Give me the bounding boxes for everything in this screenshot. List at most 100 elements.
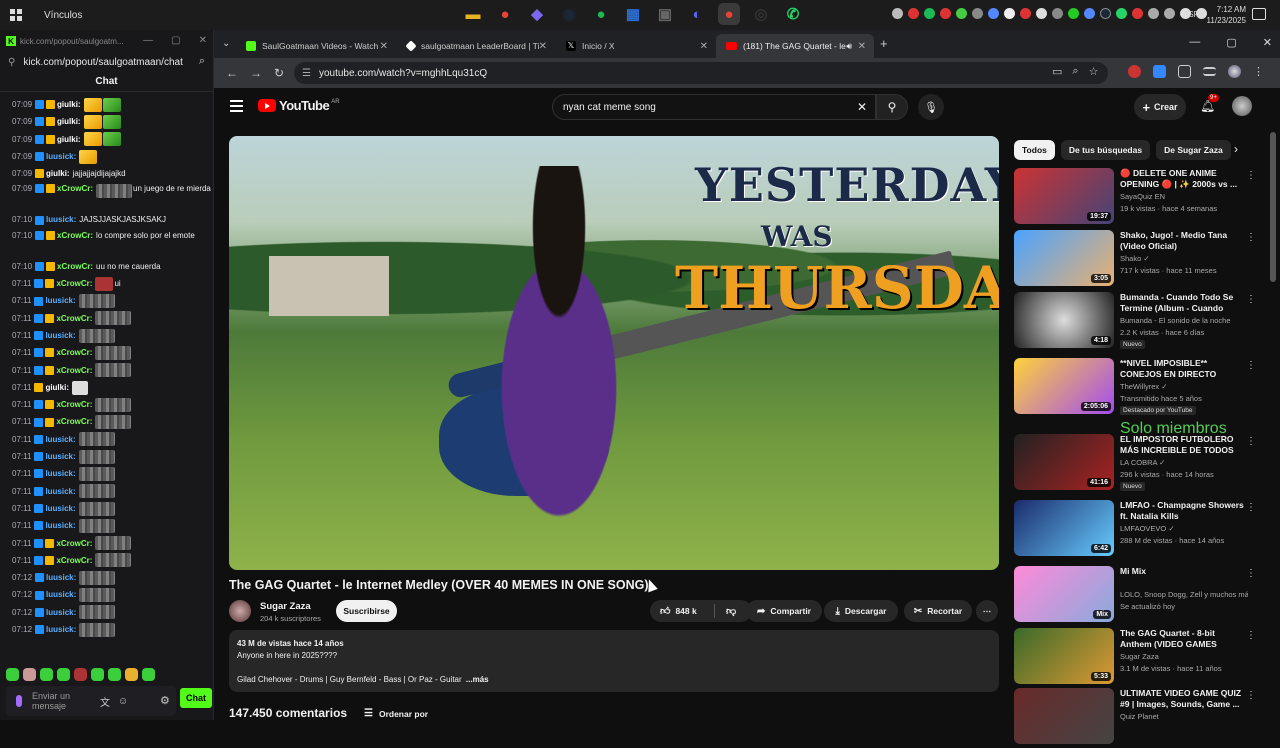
- related-video-channel[interactable]: SayaQuiz EN: [1120, 192, 1248, 201]
- app-icon[interactable]: ▣: [654, 3, 676, 25]
- chat-message[interactable]: 07:11 xCrowCr:: [12, 362, 213, 379]
- thumbs-up-icon[interactable]: 👍︎: [660, 605, 670, 617]
- related-video-item[interactable]: 6:42 LMFAO - Champagne Showers ft. Natali…: [1014, 500, 1256, 560]
- subscribe-button[interactable]: Suscribirse: [336, 600, 397, 622]
- chat-username[interactable]: xCrowCr:: [56, 310, 92, 327]
- create-button[interactable]: + Crear: [1134, 94, 1186, 120]
- more-vertical-icon[interactable]: ⋮: [1246, 232, 1256, 243]
- related-video-channel[interactable]: LMFAOVEVO ✓: [1120, 524, 1248, 533]
- chat-message[interactable]: 07:11 xCrowCr:: [12, 535, 213, 552]
- translate-icon[interactable]: 文: [100, 694, 110, 709]
- chat-send-button[interactable]: Chat: [180, 688, 212, 708]
- chat-username[interactable]: giulki:: [45, 379, 69, 396]
- channel-name[interactable]: Sugar Zaza: [260, 601, 311, 612]
- store-icon[interactable]: ▦: [622, 3, 644, 25]
- chat-messages[interactable]: 07:09 giulki: 07:09 giulki: 07:09 giulki: 07:0…: [0, 92, 213, 638]
- tray-icon[interactable]: [988, 8, 999, 19]
- related-video-title[interactable]: ULTIMATE VIDEO GAME QUIZ #9 | Images, So…: [1120, 688, 1245, 710]
- chat-message[interactable]: 07:12 luusick:: [12, 586, 213, 603]
- tab-x-home[interactable]: 𝕏 Inicio / X ✕: [556, 34, 716, 58]
- chat-username[interactable]: luusick:: [46, 586, 76, 603]
- chat-username[interactable]: xCrowCr:: [56, 552, 92, 569]
- video-thumbnail[interactable]: 19:37: [1014, 168, 1114, 224]
- chat-message[interactable]: 07:09 giulki:: [12, 131, 213, 148]
- related-video-channel[interactable]: Bumanda - El sonido de la noche: [1120, 316, 1248, 325]
- tab-kick-videos[interactable]: SaulGoatmaan Videos - Watch ✕: [236, 34, 396, 58]
- chat-message[interactable]: 07:11 luusick:: [12, 431, 213, 448]
- chat-username[interactable]: giulki:: [57, 96, 81, 113]
- related-video-item[interactable]: Mix Mi Mix LOLO, Snoop Dogg, Zell y muchos…: [1014, 566, 1256, 626]
- download-button[interactable]: ⤓ Descargar: [824, 600, 898, 622]
- chat-username[interactable]: luusick:: [46, 148, 76, 165]
- chat-input[interactable]: Enviar un mensaje 文 ☺: [6, 686, 176, 716]
- chat-message[interactable]: 07:09 giulki: jajjajjajdijajajkd: [12, 165, 213, 182]
- video-player[interactable]: YESTERDAY WAS THURSDAY: [229, 136, 999, 570]
- chevron-right-icon[interactable]: ›: [1234, 142, 1238, 156]
- chat-settings-gear-icon[interactable]: ⚙: [160, 694, 170, 707]
- emote-button[interactable]: [74, 668, 87, 681]
- tray-icon[interactable]: [1116, 8, 1127, 19]
- emote-button[interactable]: [142, 668, 155, 681]
- zoom-icon[interactable]: ⌕: [1072, 65, 1078, 78]
- chat-message[interactable]: 07:11 luusick:: [12, 500, 213, 517]
- chat-username[interactable]: luusick:: [46, 211, 76, 228]
- reading-list-icon[interactable]: [1203, 67, 1216, 76]
- like-count[interactable]: 848 k: [675, 606, 696, 616]
- notification-center-icon[interactable]: [1252, 8, 1266, 20]
- account-avatar[interactable]: [1232, 96, 1252, 116]
- chat-username[interactable]: luusick:: [46, 569, 76, 586]
- site-info-icon[interactable]: ⚲: [8, 57, 15, 68]
- chat-message[interactable]: 07:10 xCrowCr: uu no me cauerda: [12, 258, 213, 275]
- tray-icon[interactable]: [956, 8, 967, 19]
- reload-icon[interactable]: ↻: [274, 66, 286, 80]
- more-vertical-icon[interactable]: ⋮: [1246, 294, 1256, 305]
- tray-icon[interactable]: [972, 8, 983, 19]
- search-button[interactable]: ⚲: [876, 94, 908, 120]
- more-vertical-icon[interactable]: ⋮: [1246, 502, 1256, 513]
- extensions-puzzle-icon[interactable]: [1178, 65, 1191, 78]
- related-video-title[interactable]: LMFAO - Champagne Showers ft. Natalia Ki…: [1120, 500, 1245, 522]
- tray-icon[interactable]: [1004, 8, 1015, 19]
- chat-username[interactable]: xCrowCr:: [56, 413, 92, 430]
- related-video-channel[interactable]: Sugar Zaza: [1120, 652, 1248, 661]
- chat-message[interactable]: 07:11 luusick:: [12, 448, 213, 465]
- video-thumbnail[interactable]: 4:18: [1014, 292, 1114, 348]
- maximize-icon[interactable]: ▢: [1226, 36, 1236, 49]
- minimize-icon[interactable]: —: [1189, 36, 1200, 49]
- hamburger-menu-icon[interactable]: [230, 100, 243, 115]
- chat-username[interactable]: luusick:: [45, 431, 75, 448]
- chat-message[interactable]: 07:09 giulki:: [12, 113, 213, 130]
- tray-icon[interactable]: [1052, 8, 1063, 19]
- related-video-item[interactable]: ULTIMATE VIDEO GAME QUIZ #9 | Images, So…: [1014, 688, 1256, 748]
- chat-input-placeholder[interactable]: Enviar un mensaje: [32, 691, 92, 711]
- chat-username[interactable]: giulki:: [46, 165, 70, 182]
- chrome-menu-icon[interactable]: ⋮: [1253, 65, 1264, 78]
- more-vertical-icon[interactable]: ⋮: [1246, 568, 1256, 579]
- chat-username[interactable]: luusick:: [45, 292, 75, 309]
- chat-username[interactable]: giulki:: [57, 131, 81, 148]
- tab-youtube[interactable]: (181) The GAG Quartet - le 🔊︎ ✕: [716, 34, 874, 58]
- tray-icon[interactable]: [924, 8, 935, 19]
- clear-search-icon[interactable]: ✕: [857, 100, 867, 114]
- chrome-icon[interactable]: ●: [494, 3, 516, 25]
- tray-icon[interactable]: [1084, 8, 1095, 19]
- chip-from-channel[interactable]: De Sugar Zaza: [1156, 140, 1231, 160]
- tray-icon[interactable]: [908, 8, 919, 19]
- chat-username[interactable]: xCrowCr:: [56, 344, 92, 361]
- close-tab-icon[interactable]: ✕: [700, 41, 708, 52]
- close-tab-icon[interactable]: ✕: [380, 41, 388, 52]
- chat-message[interactable]: 07:11 giulki:: [12, 379, 213, 396]
- chat-username[interactable]: xCrowCr:: [57, 258, 93, 275]
- chat-message[interactable]: 07:10 xCrowCr: lo compre solo por el emote: [12, 229, 213, 258]
- video-thumbnail[interactable]: 2:05:06: [1014, 358, 1114, 414]
- cast-icon[interactable]: ▭: [1052, 65, 1062, 78]
- related-video-title[interactable]: 🔴 DELETE ONE ANIME OPENING 🔴 | ✨ 2000s v…: [1120, 168, 1245, 190]
- thumbs-down-icon[interactable]: 👎︎: [726, 605, 736, 617]
- scrollbar[interactable]: [1270, 132, 1276, 282]
- back-arrow-icon[interactable]: ←: [226, 66, 238, 80]
- chat-message[interactable]: 07:11 luusick:: [12, 483, 213, 500]
- sort-comments-button[interactable]: ☰ Ordenar por: [364, 708, 428, 719]
- emoji-icon[interactable]: ☺: [118, 696, 128, 707]
- obs-icon[interactable]: ◎: [750, 3, 772, 25]
- emote-button[interactable]: [6, 668, 19, 681]
